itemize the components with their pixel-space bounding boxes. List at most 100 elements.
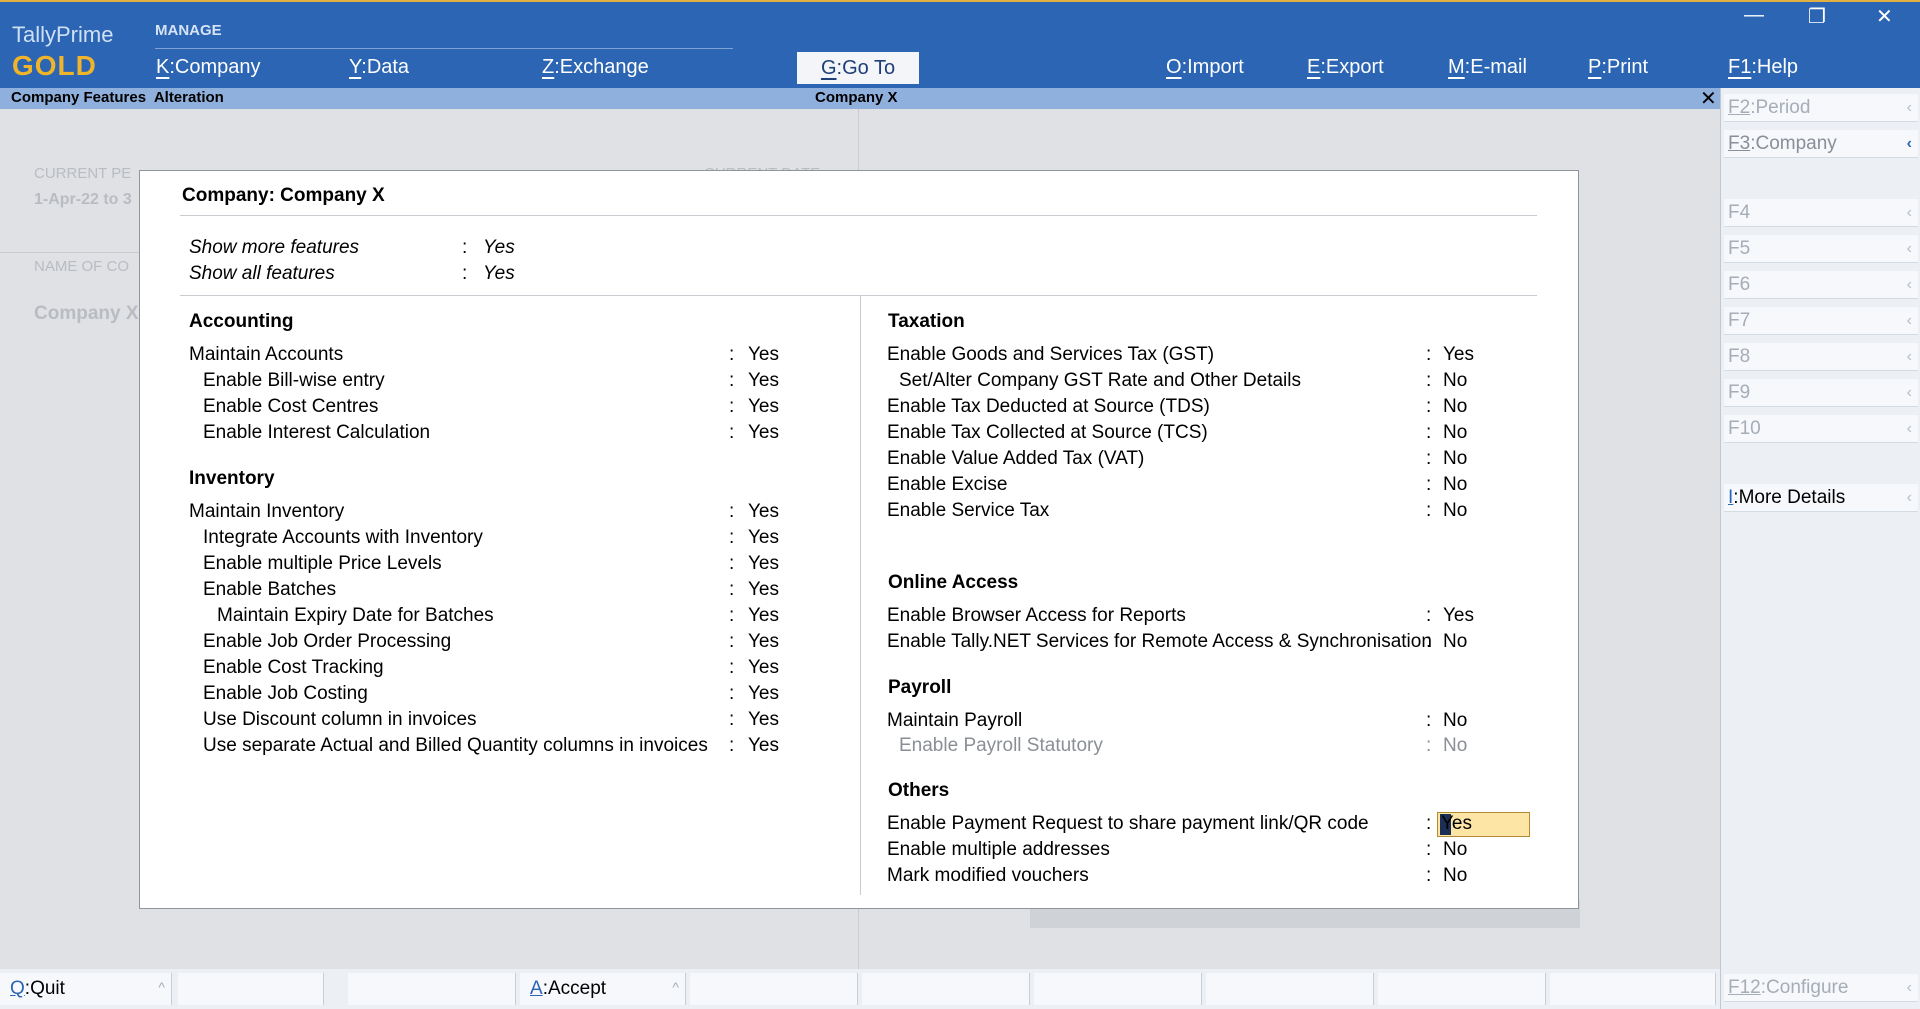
feature-label: Enable Job Order Processing <box>203 631 452 652</box>
colon: : <box>462 263 468 284</box>
menu-exchange[interactable]: Z:Exchange <box>542 56 649 79</box>
f5-button[interactable]: F5 ‹ <box>1724 235 1918 263</box>
feature-value[interactable]: Yes <box>748 709 779 731</box>
f9-button[interactable]: F9 ‹ <box>1724 379 1918 407</box>
feature-value[interactable]: Yes <box>1443 344 1474 366</box>
feature-label: Enable multiple Price Levels <box>203 553 442 574</box>
dialog-title: Company: Company X <box>182 185 385 206</box>
feature-value[interactable]: Yes <box>748 735 779 757</box>
others-heading: Others <box>888 780 950 801</box>
feature-value[interactable]: No <box>1443 839 1467 861</box>
close-icon[interactable]: ✕ <box>1700 86 1717 111</box>
menu-print[interactable]: P:Print <box>1588 56 1648 79</box>
chevron-left-icon: ‹ <box>1906 979 1912 996</box>
feature-label: Set/Alter Company GST Rate and Other Det… <box>899 370 1301 391</box>
feature-value[interactable]: Yes <box>748 527 779 549</box>
show-all-features-value[interactable]: Yes <box>483 263 515 285</box>
feature-value[interactable]: Yes <box>1443 605 1474 627</box>
f10-button[interactable]: F10 ‹ <box>1724 415 1918 443</box>
feature-value[interactable]: Yes <box>748 631 779 653</box>
colon: : <box>729 344 735 365</box>
dialog-divider <box>180 215 1537 216</box>
empty-button <box>1206 973 1374 1005</box>
feature-value[interactable]: No <box>1443 474 1467 496</box>
f7-button[interactable]: F7 ‹ <box>1724 307 1918 335</box>
feature-value[interactable]: Yes <box>748 579 779 601</box>
feature-label: Use separate Actual and Billed Quantity … <box>203 735 708 756</box>
feature-value[interactable]: No <box>1443 865 1467 887</box>
restore-icon[interactable]: ❐ <box>1808 4 1826 29</box>
colon: : <box>729 501 735 522</box>
accounting-heading: Accounting <box>189 311 294 332</box>
feature-value[interactable]: Yes <box>748 422 779 444</box>
feature-value[interactable]: No <box>1443 422 1467 444</box>
company-button[interactable]: F3:Company ‹ <box>1724 130 1918 158</box>
quit-button[interactable]: Q:Quit ^ <box>0 973 172 1005</box>
empty-button <box>1034 973 1202 1005</box>
feature-value[interactable]: No <box>1443 631 1467 653</box>
feature-value[interactable]: No <box>1443 396 1467 418</box>
feature-label: Maintain Payroll <box>887 710 1023 731</box>
feature-label: Enable Value Added Tax (VAT) <box>887 448 1145 469</box>
chevron-left-icon: ‹ <box>1906 420 1912 437</box>
feature-value[interactable]: Yes <box>748 657 779 679</box>
f6-button[interactable]: F6 ‹ <box>1724 271 1918 299</box>
chevron-up-icon: ^ <box>672 979 679 995</box>
menu-goto[interactable]: G:Go To <box>797 52 919 84</box>
colon: : <box>729 709 735 730</box>
feature-value[interactable]: Yes <box>748 501 779 523</box>
minimize-icon[interactable]: — <box>1744 4 1764 27</box>
current-period-label: CURRENT PE <box>34 165 132 182</box>
menu-export[interactable]: E:Export <box>1307 56 1384 79</box>
menu-data[interactable]: Y:Data <box>349 56 409 79</box>
chevron-left-icon: ‹ <box>1906 384 1912 401</box>
menu-email[interactable]: M:E-mail <box>1448 56 1527 79</box>
period-button[interactable]: F2:Period ‹ <box>1724 94 1918 122</box>
inventory-heading: Inventory <box>189 468 275 489</box>
feature-value[interactable]: No <box>1443 448 1467 470</box>
accept-button[interactable]: A:Accept ^ <box>520 973 686 1005</box>
payroll-heading: Payroll <box>888 677 952 698</box>
feature-label: Enable Interest Calculation <box>203 422 431 443</box>
colon: : <box>1426 839 1432 860</box>
colon: : <box>1426 448 1432 469</box>
product-name: TallyPrime <box>12 22 114 47</box>
feature-label: Use Discount column in invoices <box>203 709 477 730</box>
more-details-button[interactable]: I:More Details ‹ <box>1724 484 1918 512</box>
feature-value[interactable]: No <box>1443 735 1467 757</box>
feature-value[interactable]: Yes <box>748 683 779 705</box>
menu-import[interactable]: O:Import <box>1166 56 1244 79</box>
colon: : <box>1426 474 1432 495</box>
chevron-left-icon: ‹ <box>1906 135 1912 152</box>
empty-button <box>348 973 516 1005</box>
feature-value[interactable]: Yes <box>748 344 779 366</box>
company-name-label: NAME OF CO <box>34 258 130 275</box>
product-edition: GOLD <box>12 50 97 81</box>
f8-button[interactable]: F8 ‹ <box>1724 343 1918 371</box>
manage-label: MANAGE <box>155 22 222 39</box>
chevron-up-icon: ^ <box>158 979 165 995</box>
colon: : <box>729 422 735 443</box>
menu-help[interactable]: F1:Help <box>1728 56 1798 79</box>
chevron-left-icon: ‹ <box>1906 312 1912 329</box>
feature-value[interactable]: Yes <box>748 396 779 418</box>
colon: : <box>1426 605 1432 626</box>
feature-value[interactable]: No <box>1443 710 1467 732</box>
colon: : <box>1426 710 1432 731</box>
empty-button <box>178 973 324 1005</box>
colon: : <box>729 396 735 417</box>
feature-value[interactable]: No <box>1443 370 1467 392</box>
feature-value[interactable]: Yes <box>748 605 779 627</box>
window-close-icon[interactable]: ✕ <box>1876 4 1893 29</box>
show-more-features-value[interactable]: Yes <box>483 237 515 259</box>
f4-button[interactable]: F4 ‹ <box>1724 199 1918 227</box>
feature-value[interactable]: Yes <box>748 553 779 575</box>
feature-value[interactable]: No <box>1443 500 1467 522</box>
colon: : <box>729 605 735 626</box>
menu-company[interactable]: K:Company <box>156 56 261 79</box>
configure-button[interactable]: F12:Configure ‹ <box>1724 974 1918 1002</box>
feature-value[interactable]: Yes <box>748 370 779 392</box>
show-more-features-label: Show more features <box>189 237 360 258</box>
colon: : <box>729 735 735 756</box>
payment-request-value[interactable]: Yes <box>1441 813 1472 835</box>
